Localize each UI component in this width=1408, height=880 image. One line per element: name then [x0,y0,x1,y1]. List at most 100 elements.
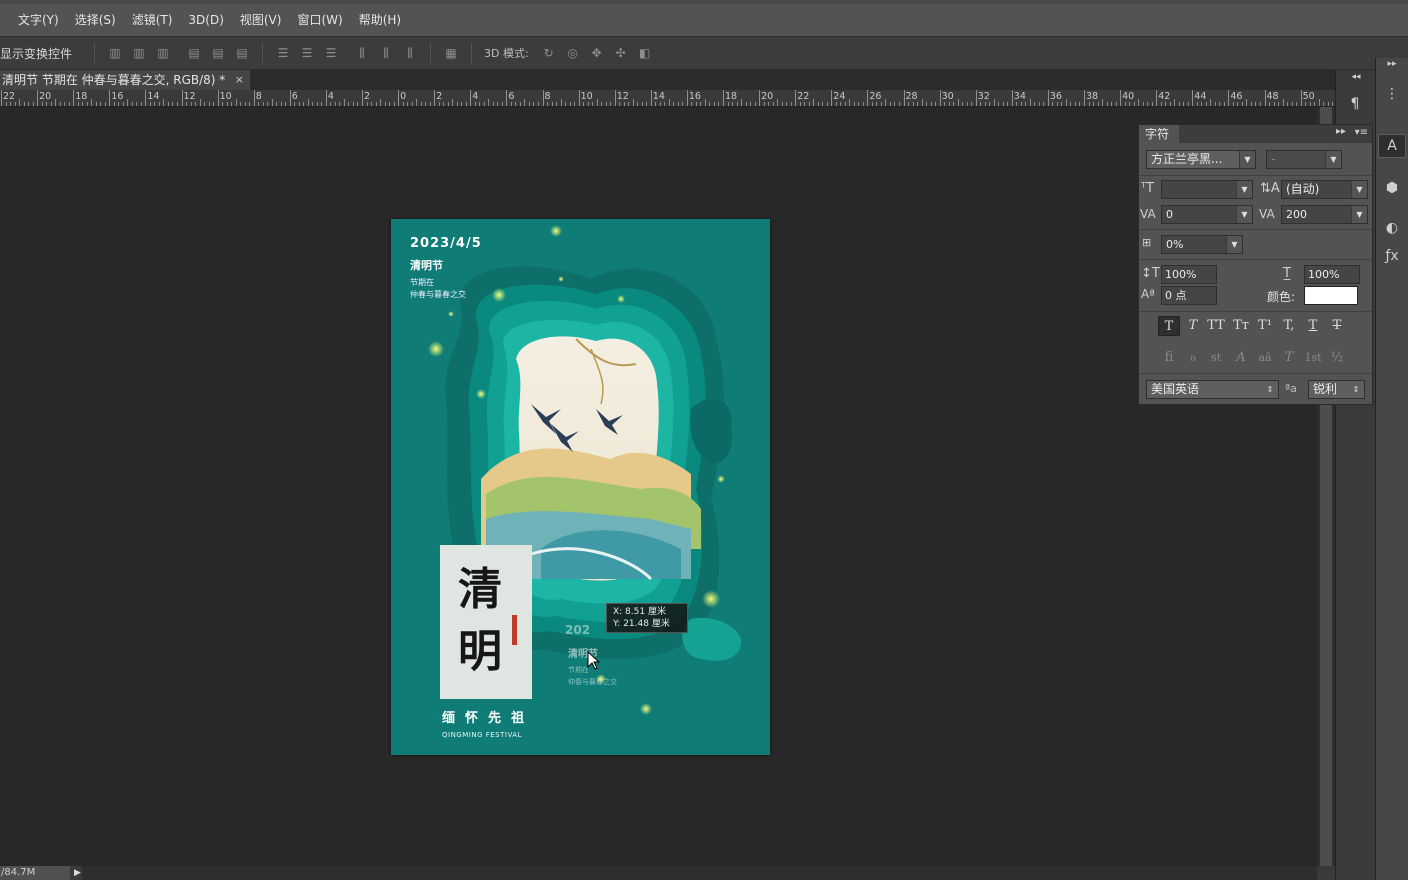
styles-panel-icon[interactable]: ƒx [1378,244,1406,268]
3d-scale-icon[interactable]: ◧ [636,45,654,61]
tsume-field[interactable]: 0% ▼ [1161,235,1243,254]
ruler-minor-tick [980,102,982,106]
paragraph-panel-icon[interactable]: ¶ [1341,92,1369,116]
character-panel: 字符 ▸▸ ▾≡ 方正兰亭黑... ▼ - ▼ ᵀT ▼ ⇅A (自动) ▼ V… [1138,124,1373,405]
3d-panel-icon[interactable]: ⬢ [1378,176,1406,200]
distribute-left-icon[interactable]: ⫼ [353,45,371,61]
ruler-major-tick [1047,90,1049,106]
leading-field[interactable]: (自动) ▼ [1281,180,1368,199]
discretionary-ligatures-button[interactable]: st [1205,348,1227,368]
close-tab-icon[interactable]: × [235,70,244,90]
ruler-minor-tick [461,102,463,106]
align-right-edges-icon[interactable]: ▤ [233,45,251,61]
menu-window[interactable]: 窗口(W) [289,4,350,36]
ruler-minor-tick [1056,102,1058,106]
menu-type[interactable]: 文字(Y) [10,4,67,36]
ruler-minor-tick [1291,102,1293,106]
font-size-field[interactable]: ▼ [1161,180,1253,199]
faux-italic-button[interactable]: T [1182,316,1204,336]
status-menu-arrow-icon[interactable]: ▶ [74,866,81,880]
old-style-button[interactable]: ℴ [1182,348,1204,368]
tracking-field[interactable]: 200 ▼ [1281,205,1368,224]
ruler-tick-label: 38 [1086,91,1099,102]
collapse-dock-icon[interactable]: ◂◂ [1342,72,1370,82]
stylistic-alternates-button[interactable]: aā [1254,348,1276,368]
ruler-minor-tick [158,102,160,106]
vertical-scale-field[interactable]: 100% [1161,265,1217,284]
ruler-tick-label: 22 [3,91,16,102]
ruler-minor-tick [1259,102,1261,106]
ligatures-button[interactable]: ﬁ [1158,348,1180,368]
panel-menu-icon[interactable]: ▾≡ [1355,127,1368,138]
ordinals-button[interactable]: 1st [1302,348,1324,368]
ruler-minor-tick [1273,102,1275,106]
ruler-minor-tick [199,99,201,106]
strikethrough-button[interactable]: T [1326,316,1348,336]
expand-dock-icon[interactable]: ▸▸ [1378,58,1406,70]
font-family-dropdown[interactable]: 方正兰亭黑... ▼ [1146,150,1256,169]
underline-button[interactable]: T [1302,316,1324,336]
distribute-top-icon[interactable]: ☰ [274,45,292,61]
auto-align-layers-icon[interactable]: ▦ [442,45,460,61]
subscript-button[interactable]: T, [1278,316,1300,336]
show-transform-controls-label[interactable]: 显示变换控件 [0,45,72,62]
align-bottom-edges-icon[interactable]: ▥ [154,45,172,61]
language-dropdown[interactable]: 美国英语 ⇕ [1146,380,1279,399]
ruler-tick-label: 16 [111,91,124,102]
ruler-minor-tick [695,102,697,106]
menu-view[interactable]: 视图(V) [232,4,290,36]
3d-slide-icon[interactable]: ✣ [612,45,630,61]
ruler-minor-tick [86,102,88,106]
ruler-major-tick [939,90,941,106]
horizontal-scale-field[interactable]: 100% [1304,265,1360,284]
adjustments-panel-icon[interactable]: ◐ [1378,216,1406,240]
align-left-edges-icon[interactable]: ▤ [185,45,203,61]
panel-grip-icon[interactable]: ⋮ [1378,82,1406,106]
distribute-bottom-icon[interactable]: ☰ [322,45,340,61]
fractions-button[interactable]: ½ [1326,348,1348,368]
faux-bold-button[interactable]: T [1158,316,1180,336]
menu-help[interactable]: 帮助(H) [351,4,409,36]
horizontal-scrollbar[interactable] [82,866,1317,880]
align-vertical-centers-icon[interactable]: ▥ [130,45,148,61]
3d-roll-icon[interactable]: ◎ [564,45,582,61]
align-horizontal-centers-icon[interactable]: ▤ [209,45,227,61]
document-tab[interactable]: 清明节 节期在 仲春与暮春之交, RGB/8) * × [0,70,250,90]
3d-rotate-icon[interactable]: ↻ [540,45,558,61]
ruler-minor-tick [280,102,282,106]
dragged-text-sub2: 仲春与暮春之交 [568,678,617,686]
menu-3d[interactable]: 3D(D) [180,4,231,36]
menu-select[interactable]: 选择(S) [67,4,124,36]
menu-filter[interactable]: 滤镜(T) [124,4,181,36]
distribute-right-icon[interactable]: ⫼ [401,45,419,61]
text-color-swatch[interactable] [1304,286,1358,305]
kerning-field[interactable]: 0 ▼ [1161,205,1253,224]
distribute-vcenter-icon[interactable]: ☰ [298,45,316,61]
horizontal-ruler[interactable]: 22 20 18 16 14 12 10 8 6 4 2 0 2 4 6 8 10 12 14 16 18 20 22 24 2… [0,90,1335,107]
ruler-minor-tick [768,102,770,106]
doc-size-readout[interactable]: /84.7M [0,866,70,880]
3d-pan-icon[interactable]: ✥ [588,45,606,61]
ruler-minor-tick [41,102,43,106]
font-style-dropdown[interactable]: - ▼ [1266,150,1342,169]
character-panel-icon[interactable]: A [1378,134,1406,158]
superscript-button[interactable]: T¹ [1254,316,1276,336]
antialias-dropdown[interactable]: 锐利 ⇕ [1308,380,1365,399]
all-caps-button[interactable]: TT [1205,316,1227,336]
panel-collapse-icon[interactable]: ▸▸ [1336,126,1346,137]
swash-button[interactable]: A [1230,348,1252,368]
kerning-icon: VA [1140,207,1156,221]
ruler-minor-tick [682,102,684,106]
align-top-edges-icon[interactable]: ▥ [106,45,124,61]
titling-button[interactable]: T [1278,348,1300,368]
divider [1139,259,1372,260]
ruler-minor-tick [1309,102,1311,106]
ruler-minor-tick [637,102,639,106]
ruler-minor-tick [1287,102,1289,106]
distribute-hcenter-icon[interactable]: ⫼ [377,45,395,61]
document-canvas[interactable]: 2023/4/5 清明节 节期在 仲春与暮春之交 清 明 缅怀先祖 QINGMI… [391,219,770,755]
character-panel-tab[interactable]: 字符 [1139,125,1179,143]
baseline-shift-field[interactable]: 0 点 [1161,286,1217,305]
small-caps-button[interactable]: Tт [1230,316,1252,336]
ruler-tick-label: 36 [1049,91,1062,102]
